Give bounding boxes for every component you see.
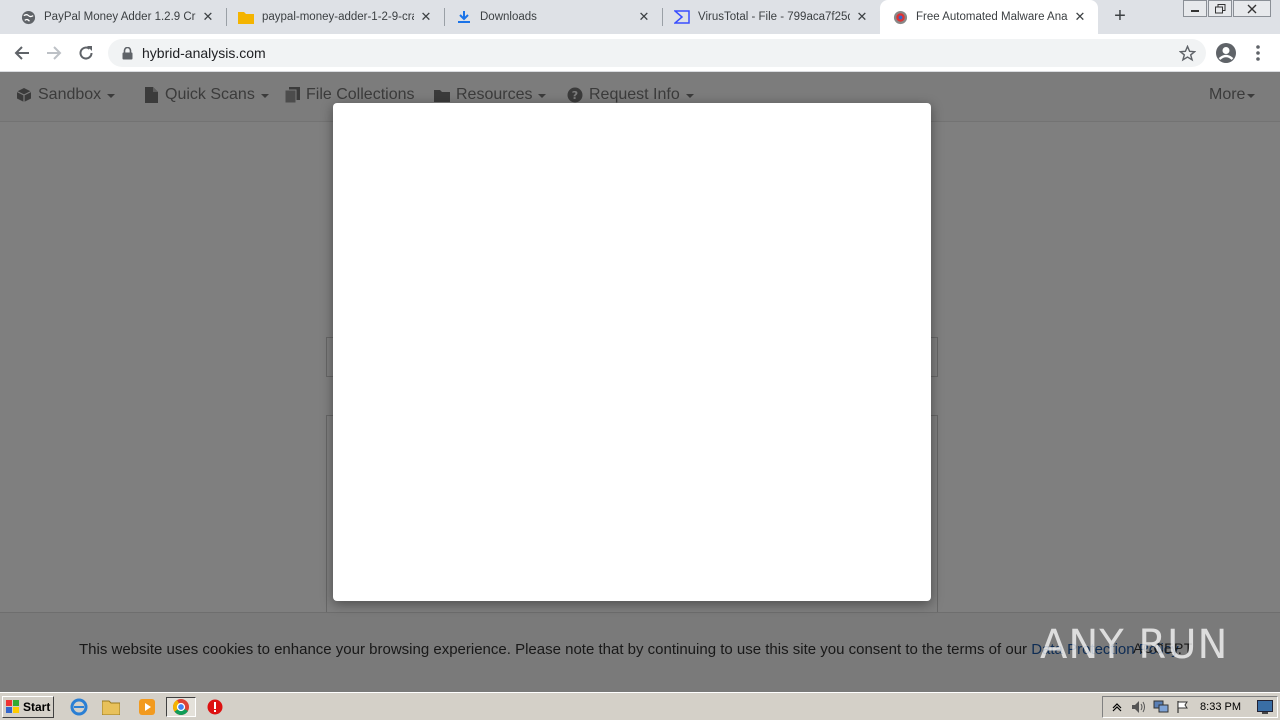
reload-button[interactable] bbox=[74, 41, 98, 65]
new-tab-button[interactable]: + bbox=[1109, 6, 1131, 28]
tab-downloads[interactable]: Downloads ✕ bbox=[444, 0, 662, 34]
tab-title: PayPal Money Adder 1.2.9 Crack bbox=[44, 11, 196, 23]
start-button[interactable]: Start bbox=[2, 696, 54, 718]
media-player-icon[interactable] bbox=[136, 697, 158, 717]
close-icon[interactable]: ✕ bbox=[200, 9, 216, 25]
close-icon[interactable]: ✕ bbox=[636, 9, 652, 25]
tab-title: Downloads bbox=[480, 11, 537, 23]
browser-toolbar: hybrid-analysis.com bbox=[0, 34, 1280, 72]
system-tray: 8:33 PM bbox=[1102, 696, 1278, 718]
restore-button[interactable] bbox=[1208, 0, 1232, 17]
arrow-right-icon bbox=[47, 46, 62, 60]
address-bar[interactable]: hybrid-analysis.com bbox=[108, 39, 1206, 67]
web-page: Sandbox Quick Scans File Collections Res… bbox=[0, 72, 1280, 692]
close-window-button[interactable] bbox=[1233, 0, 1271, 17]
lock-icon bbox=[120, 46, 134, 60]
kebab-menu-icon bbox=[1256, 45, 1260, 61]
taskbar: Start 8:33 PM bbox=[0, 692, 1280, 720]
action-center-flag-icon[interactable] bbox=[1175, 699, 1191, 715]
tab-strip: PayPal Money Adder 1.2.9 Crack ✕ paypal-… bbox=[0, 0, 1280, 34]
forward-button[interactable] bbox=[42, 41, 66, 65]
tab-paypal-money-adder[interactable]: PayPal Money Adder 1.2.9 Crack ✕ bbox=[8, 0, 226, 34]
arrow-left-icon bbox=[14, 46, 29, 60]
url-text: hybrid-analysis.com bbox=[142, 45, 266, 61]
minimize-button[interactable] bbox=[1183, 0, 1207, 17]
close-icon[interactable]: ✕ bbox=[854, 9, 870, 25]
star-icon[interactable] bbox=[1178, 44, 1196, 62]
network-icon[interactable] bbox=[1153, 699, 1169, 715]
globe-icon bbox=[20, 9, 36, 25]
tab-title: VirusTotal - File - 799aca7f25d7 bbox=[698, 11, 850, 23]
back-button[interactable] bbox=[10, 41, 34, 65]
menu-button[interactable] bbox=[1246, 41, 1270, 65]
file-explorer-icon[interactable] bbox=[100, 697, 122, 717]
account-circle-icon bbox=[1216, 43, 1236, 63]
tab-title: paypal-money-adder-1-2-9-crack bbox=[262, 11, 414, 23]
tab-paypal-folder[interactable]: paypal-money-adder-1-2-9-crack ✕ bbox=[226, 0, 444, 34]
internet-explorer-icon[interactable] bbox=[68, 697, 90, 717]
modal-dialog bbox=[333, 103, 931, 601]
chevron-up-icon[interactable] bbox=[1109, 699, 1125, 715]
stop-icon[interactable] bbox=[204, 697, 226, 717]
volume-icon[interactable] bbox=[1131, 699, 1147, 715]
start-label: Start bbox=[23, 700, 51, 714]
tab-virustotal[interactable]: VirusTotal - File - 799aca7f25d7 ✕ bbox=[662, 0, 880, 34]
download-icon bbox=[456, 9, 472, 25]
hybrid-analysis-icon bbox=[892, 9, 908, 25]
close-icon[interactable]: ✕ bbox=[1072, 9, 1088, 25]
folder-icon bbox=[238, 9, 254, 25]
windows-logo-icon bbox=[6, 700, 19, 713]
chrome-taskbar-button[interactable] bbox=[166, 697, 196, 717]
tab-hybrid-analysis[interactable]: Free Automated Malware Analysis ✕ bbox=[880, 0, 1098, 34]
show-desktop-icon[interactable] bbox=[1257, 700, 1273, 714]
close-icon[interactable]: ✕ bbox=[418, 9, 434, 25]
profile-button[interactable] bbox=[1214, 41, 1238, 65]
reload-icon bbox=[79, 46, 93, 60]
chrome-icon bbox=[173, 699, 189, 715]
tab-title: Free Automated Malware Analysis bbox=[916, 11, 1068, 23]
virustotal-icon bbox=[674, 9, 690, 25]
clock[interactable]: 8:33 PM bbox=[1200, 701, 1241, 713]
